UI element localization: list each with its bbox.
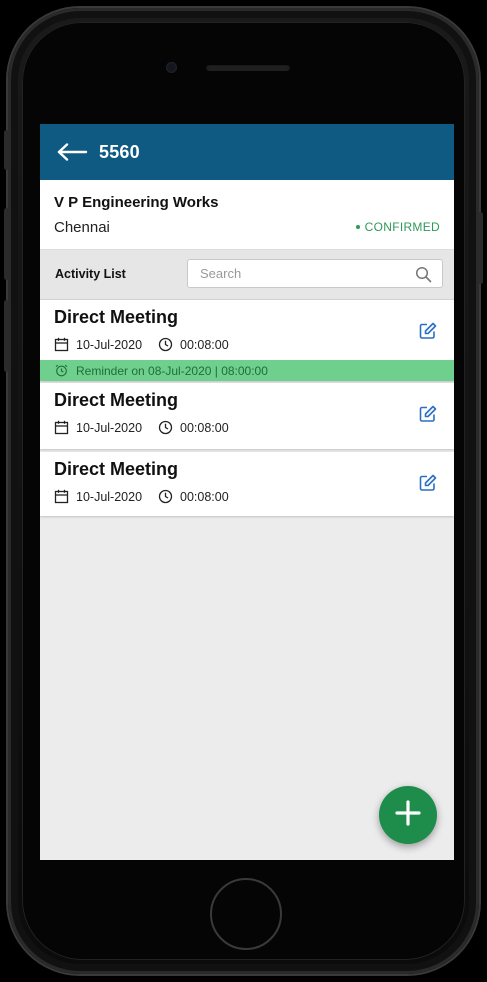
reminder-text: Reminder on 08-Jul-2020 | 08:00:00: [76, 363, 268, 378]
status-badge: CONFIRMED: [355, 220, 440, 234]
activity-time: 00:08:00: [180, 489, 229, 504]
company-name: V P Engineering Works: [54, 194, 219, 211]
activity-toolbar: Activity List: [40, 250, 454, 300]
activity-title: Direct Meeting: [54, 390, 179, 410]
calendar-icon: [54, 337, 69, 352]
activity-card[interactable]: Direct Meeting 10-Jul-2020 00:08:00 Remi…: [40, 300, 454, 381]
search-input[interactable]: [198, 265, 402, 282]
volume-down-button: [4, 300, 9, 372]
clock-icon: [158, 489, 173, 504]
app-screen: 5560 V P Engineering Works Chennai CONFI…: [40, 124, 454, 860]
activity-date: 10-Jul-2020: [76, 420, 143, 435]
status-dot-icon: [355, 224, 360, 229]
edit-icon[interactable]: [419, 405, 437, 423]
activity-meta: 10-Jul-2020 00:08:00: [54, 420, 229, 435]
edit-icon[interactable]: [419, 322, 437, 340]
reminder-banner: Reminder on 08-Jul-2020 | 08:00:00: [40, 360, 454, 381]
company-info: V P Engineering Works Chennai CONFIRMED: [40, 180, 454, 250]
activity-list-title: Activity List: [55, 267, 126, 281]
activity-title: Direct Meeting: [54, 459, 179, 479]
clock-icon: [158, 337, 173, 352]
earpiece-speaker: [206, 64, 290, 71]
front-camera: [166, 62, 177, 73]
arrow-left-icon[interactable]: [56, 142, 90, 162]
add-activity-button[interactable]: [379, 786, 437, 844]
mute-switch: [4, 130, 9, 170]
activity-meta: 10-Jul-2020 00:08:00: [54, 489, 229, 504]
search-icon[interactable]: [415, 266, 432, 283]
activity-title: Direct Meeting: [54, 307, 179, 327]
calendar-icon: [54, 420, 69, 435]
status-label: CONFIRMED: [364, 220, 440, 234]
page-title: 5560: [99, 141, 140, 162]
activity-card[interactable]: Direct Meeting 10-Jul-2020 00:08:00: [40, 383, 454, 449]
app-bar: 5560: [40, 124, 454, 180]
company-city: Chennai: [54, 219, 110, 236]
activity-time: 00:08:00: [180, 337, 229, 352]
activity-time: 00:08:00: [180, 420, 229, 435]
activity-date: 10-Jul-2020: [76, 489, 143, 504]
activity-meta: 10-Jul-2020 00:08:00: [54, 337, 229, 352]
home-button[interactable]: [210, 878, 282, 950]
plus-icon: [395, 799, 421, 831]
search-box[interactable]: [187, 259, 443, 288]
calendar-icon: [54, 489, 69, 504]
activity-card[interactable]: Direct Meeting 10-Jul-2020 00:08:00: [40, 452, 454, 516]
volume-up-button: [4, 208, 9, 280]
alarm-clock-icon: [55, 364, 68, 377]
clock-icon: [158, 420, 173, 435]
activity-date: 10-Jul-2020: [76, 337, 143, 352]
power-button: [478, 212, 483, 284]
edit-icon[interactable]: [419, 474, 437, 492]
